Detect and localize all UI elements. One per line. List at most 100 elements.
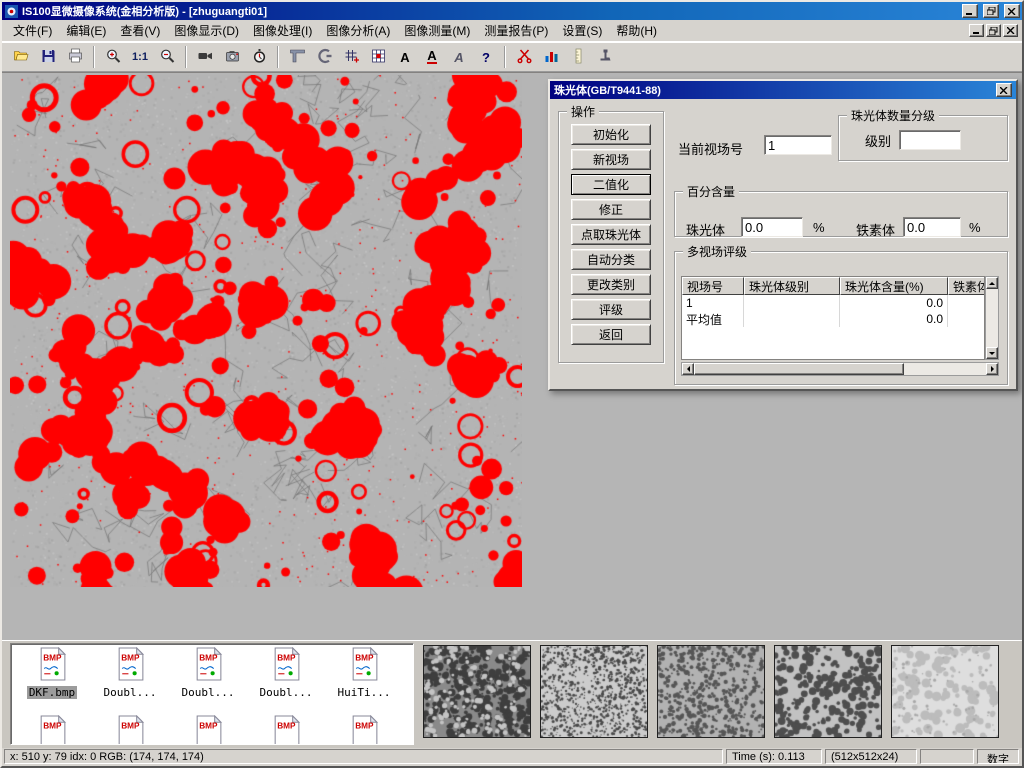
print-button[interactable]: [62, 45, 88, 70]
pearlite-dialog-close-button[interactable]: [996, 83, 1012, 97]
pick-pearlite-button[interactable]: 点取珠光体: [571, 224, 651, 245]
file-item-partial[interactable]: BMP: [171, 715, 245, 745]
video-camera-icon: [197, 48, 214, 67]
snapshot-camera-button[interactable]: [219, 45, 245, 70]
table-horizontal-scrollbar[interactable]: [681, 362, 999, 376]
close-button[interactable]: [1004, 4, 1020, 18]
thumbnail-image[interactable]: [657, 645, 765, 738]
binarize-button[interactable]: 二值化: [571, 174, 651, 195]
svg-text:BMP: BMP: [199, 721, 218, 730]
scroll-track[interactable]: [904, 363, 986, 375]
child-minimize-button[interactable]: [969, 24, 984, 37]
thumbnail-image[interactable]: [774, 645, 882, 738]
return-button[interactable]: 返回: [571, 324, 651, 345]
thumbnail-image[interactable]: [423, 645, 531, 738]
status-empty-panel: [920, 749, 974, 764]
open-button[interactable]: [8, 45, 34, 70]
svg-text:BMP: BMP: [43, 653, 62, 662]
bmp-file-icon: BMP: [36, 647, 69, 686]
column-header-pearlite-grade[interactable]: 珠光体级别: [744, 277, 840, 295]
toolbar: 1:1 A A A ?: [2, 42, 1022, 72]
save-button[interactable]: [35, 45, 61, 70]
file-item-partial[interactable]: BMP: [327, 715, 401, 745]
zoom-in-button[interactable]: [100, 45, 126, 70]
multi-view-group: 多视场评级 视场号 珠光体级别 珠光体含量(%) 铁素体含量(%) 1 0.0: [674, 243, 1008, 385]
grid-measure-button[interactable]: [365, 45, 391, 70]
table-row[interactable]: 1 0.0: [682, 295, 984, 311]
child-close-button[interactable]: [1003, 24, 1018, 37]
rate-button[interactable]: 评级: [571, 299, 651, 320]
child-restore-button[interactable]: [986, 24, 1001, 37]
file-item[interactable]: BMP HuiTi...: [327, 647, 401, 713]
annotate-tool-button[interactable]: A: [419, 45, 445, 70]
column-header-field[interactable]: 视场号: [682, 277, 744, 295]
scroll-track[interactable]: [986, 289, 998, 347]
menu-help[interactable]: 帮助(H): [609, 19, 664, 42]
initialize-button[interactable]: 初始化: [571, 124, 651, 145]
menu-image-processing[interactable]: 图像处理(I): [246, 19, 319, 42]
thumbnail-image[interactable]: [891, 645, 999, 738]
scroll-down-button[interactable]: [986, 347, 998, 359]
current-view-label: 当前视场号: [678, 139, 743, 158]
column-header-pearlite-content[interactable]: 珠光体含量(%): [840, 277, 948, 295]
menu-file[interactable]: 文件(F): [6, 19, 59, 42]
file-item[interactable]: BMP Doubl...: [171, 647, 245, 713]
zoom-actual-icon: 1:1: [132, 51, 148, 63]
help-button[interactable]: ?: [473, 45, 499, 70]
correct-button[interactable]: 修正: [571, 199, 651, 220]
change-class-button[interactable]: 更改类别: [571, 274, 651, 295]
menu-report[interactable]: 测量报告(P): [477, 19, 555, 42]
menu-image-analysis[interactable]: 图像分析(A): [319, 19, 397, 42]
micrograph-image[interactable]: [10, 75, 522, 587]
font-tool-icon: A: [454, 50, 463, 65]
column-header-ferrite-content[interactable]: 铁素体含量(%): [948, 277, 985, 295]
menu-edit[interactable]: 编辑(E): [59, 19, 113, 42]
minimize-button[interactable]: [962, 4, 978, 18]
auto-classify-button[interactable]: 自动分类: [571, 249, 651, 270]
stand-button[interactable]: [592, 45, 618, 70]
menu-settings[interactable]: 设置(S): [555, 19, 609, 42]
file-item[interactable]: BMP Doubl...: [249, 647, 323, 713]
new-field-button[interactable]: 新视场: [571, 149, 651, 170]
ruler-button[interactable]: [565, 45, 591, 70]
file-item-partial[interactable]: BMP: [15, 715, 89, 745]
grade-input[interactable]: [899, 130, 961, 150]
file-item-partial[interactable]: BMP: [93, 715, 167, 745]
video-camera-button[interactable]: [192, 45, 218, 70]
multi-view-table[interactable]: 视场号 珠光体级别 珠光体含量(%) 铁素体含量(%) 1 0.0: [681, 276, 985, 360]
font-tool-button[interactable]: A: [446, 45, 472, 70]
analyze-button[interactable]: [538, 45, 564, 70]
calibrate-grid-button[interactable]: [338, 45, 364, 70]
menu-image-measure[interactable]: 图像测量(M): [397, 19, 477, 42]
cut-button[interactable]: [511, 45, 537, 70]
annotate-tool-icon: A: [427, 50, 436, 64]
menu-view[interactable]: 查看(V): [113, 19, 167, 42]
restore-button[interactable]: [983, 4, 999, 18]
file-item[interactable]: BMP DKF.bmp: [15, 647, 89, 713]
thumbnail-image[interactable]: [540, 645, 648, 738]
menu-image-display[interactable]: 图像显示(D): [167, 19, 246, 42]
zoom-out-button[interactable]: [154, 45, 180, 70]
title-bar[interactable]: IS100显微摄像系统(金相分析版) - [zhuguangti01]: [2, 2, 1022, 20]
cell-grade: [744, 295, 840, 311]
table-vertical-scrollbar[interactable]: [985, 276, 999, 360]
caliper-button[interactable]: [284, 45, 310, 70]
pearlite-dialog-titlebar[interactable]: 珠光体(GB/T9441-88): [550, 81, 1016, 99]
text-tool-button[interactable]: A: [392, 45, 418, 70]
pearlite-percent-input[interactable]: [741, 217, 803, 237]
help-icon: ?: [482, 50, 490, 65]
micrometer-button[interactable]: [311, 45, 337, 70]
file-item[interactable]: BMP Doubl...: [93, 647, 167, 713]
scroll-up-button[interactable]: [986, 277, 998, 289]
scroll-right-button[interactable]: [986, 363, 998, 375]
scroll-thumb[interactable]: [694, 363, 904, 375]
table-row[interactable]: 平均值 0.0: [682, 311, 984, 327]
grid-measure-icon: [370, 48, 387, 67]
zoom-in-icon: [105, 48, 122, 67]
zoom-actual-button[interactable]: 1:1: [127, 45, 153, 70]
scroll-left-button[interactable]: [682, 363, 694, 375]
ferrite-percent-input[interactable]: [903, 217, 961, 237]
file-item-partial[interactable]: BMP: [249, 715, 323, 745]
current-view-input[interactable]: [764, 135, 832, 155]
stopwatch-button[interactable]: [246, 45, 272, 70]
